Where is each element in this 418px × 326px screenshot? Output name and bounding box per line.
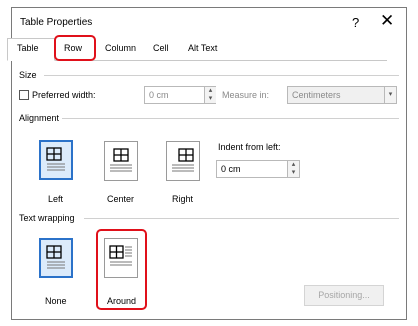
text-wrapping-section-divider	[84, 218, 399, 219]
size-section-divider	[44, 75, 399, 76]
align-left-label: Left	[48, 194, 64, 204]
indent-from-left-label: Indent from left:	[218, 142, 281, 152]
measure-in-select[interactable]: Centimeters	[287, 86, 397, 104]
wrap-none-option[interactable]	[39, 238, 73, 278]
measure-in-value: Centimeters	[292, 90, 341, 100]
align-right-icon	[172, 148, 194, 172]
title-bar: Table Properties ? ✕	[12, 8, 406, 36]
preferred-width-spinner[interactable]: ▴ ▾	[204, 87, 216, 103]
align-left-option[interactable]	[39, 140, 73, 180]
measure-in-label: Measure in:	[222, 90, 270, 100]
close-button[interactable]: ✕	[380, 12, 394, 29]
help-button[interactable]: ?	[352, 15, 359, 30]
alignment-section-label: Alignment	[19, 113, 60, 123]
wrap-none-icon	[46, 245, 65, 269]
preferred-width-label: Preferred width:	[32, 90, 96, 100]
row-tab-highlight	[54, 35, 96, 61]
indent-from-left-value: 0 cm	[221, 164, 241, 174]
dialog-title: Table Properties	[20, 17, 93, 28]
tab-column[interactable]: Column	[105, 43, 136, 53]
alignment-section-divider	[62, 118, 399, 119]
align-right-option[interactable]	[166, 141, 200, 181]
align-right-label: Right	[172, 194, 194, 204]
measure-in-dropdown-icon[interactable]: ▾	[384, 87, 396, 103]
align-center-icon	[110, 148, 132, 172]
wrap-none-label: None	[45, 296, 67, 306]
tab-table[interactable]: Table	[17, 43, 39, 53]
align-left-icon	[46, 147, 65, 171]
align-center-option[interactable]	[104, 141, 138, 181]
tab-cell[interactable]: Cell	[153, 43, 169, 53]
align-center-label: Center	[107, 194, 135, 204]
preferred-width-value: 0 cm	[149, 90, 169, 100]
indent-spinner[interactable]: ▴ ▾	[287, 161, 299, 177]
tab-alt-text[interactable]: Alt Text	[188, 43, 217, 53]
text-wrapping-section-label: Text wrapping	[19, 213, 75, 223]
preferred-width-checkbox[interactable]	[19, 90, 29, 100]
size-section-label: Size	[19, 70, 37, 80]
positioning-button[interactable]: Positioning...	[304, 285, 384, 306]
around-option-highlight	[96, 229, 147, 310]
